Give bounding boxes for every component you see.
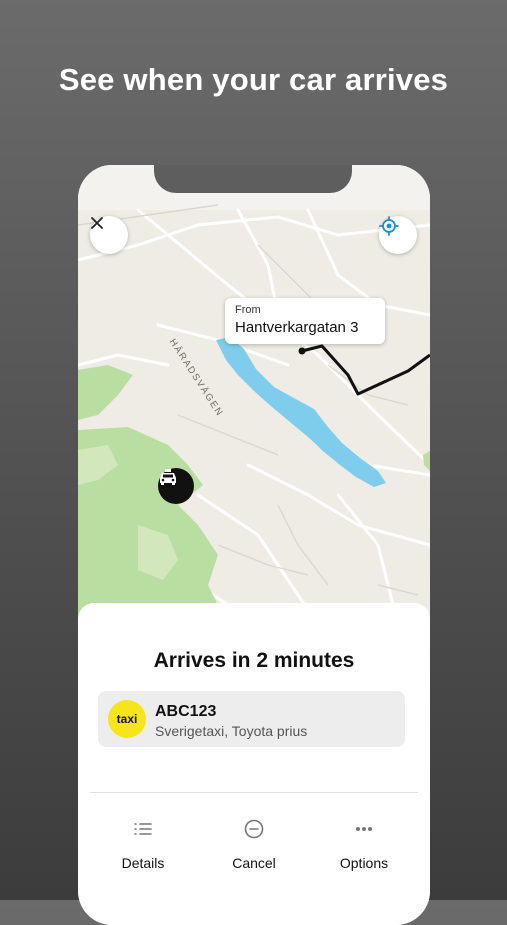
cancel-button[interactable]: Cancel — [199, 817, 309, 871]
cancel-label: Cancel — [232, 855, 276, 871]
taxi-marker[interactable] — [158, 468, 194, 504]
pickup-callout-label: From — [235, 304, 261, 316]
minus-circle-icon — [244, 819, 264, 839]
location-target-icon — [379, 216, 399, 236]
details-label: Details — [121, 855, 165, 871]
phone-notch — [154, 165, 352, 193]
close-icon — [91, 217, 103, 229]
taxi-company-logo: taxi — [108, 700, 146, 738]
arrival-status-title: Arrives in 2 minutes — [153, 649, 355, 672]
vehicle-description: Sverigetaxi, Toyota prius — [155, 723, 308, 739]
divider — [90, 792, 418, 793]
options-button[interactable]: Options — [309, 817, 419, 871]
trip-status-sheet: Arrives in 2 minutes taxi ABC123 Sverige… — [78, 603, 430, 925]
map-canvas — [78, 165, 430, 625]
phone-frame: HÄRADSVÄGEN From Hantverkargatan 3 Arriv… — [78, 165, 430, 925]
options-label: Options — [339, 855, 389, 871]
list-icon — [134, 823, 152, 835]
more-dots-icon — [356, 827, 372, 831]
pickup-callout[interactable]: From Hantverkargatan 3 — [225, 298, 385, 344]
close-button[interactable] — [90, 216, 128, 254]
vehicle-card[interactable]: taxi ABC123 Sverigetaxi, Toyota prius — [98, 691, 405, 747]
vehicle-plate: ABC123 — [155, 703, 217, 720]
locate-me-button[interactable] — [379, 216, 417, 254]
taxi-car-icon — [160, 469, 176, 485]
details-button[interactable]: Details — [88, 817, 198, 871]
map-view[interactable]: HÄRADSVÄGEN From Hantverkargatan 3 — [78, 165, 430, 625]
promo-title: See when your car arrives — [58, 62, 449, 97]
taxi-logo-text: taxi — [116, 712, 138, 726]
pickup-address: Hantverkargatan 3 — [235, 319, 359, 336]
